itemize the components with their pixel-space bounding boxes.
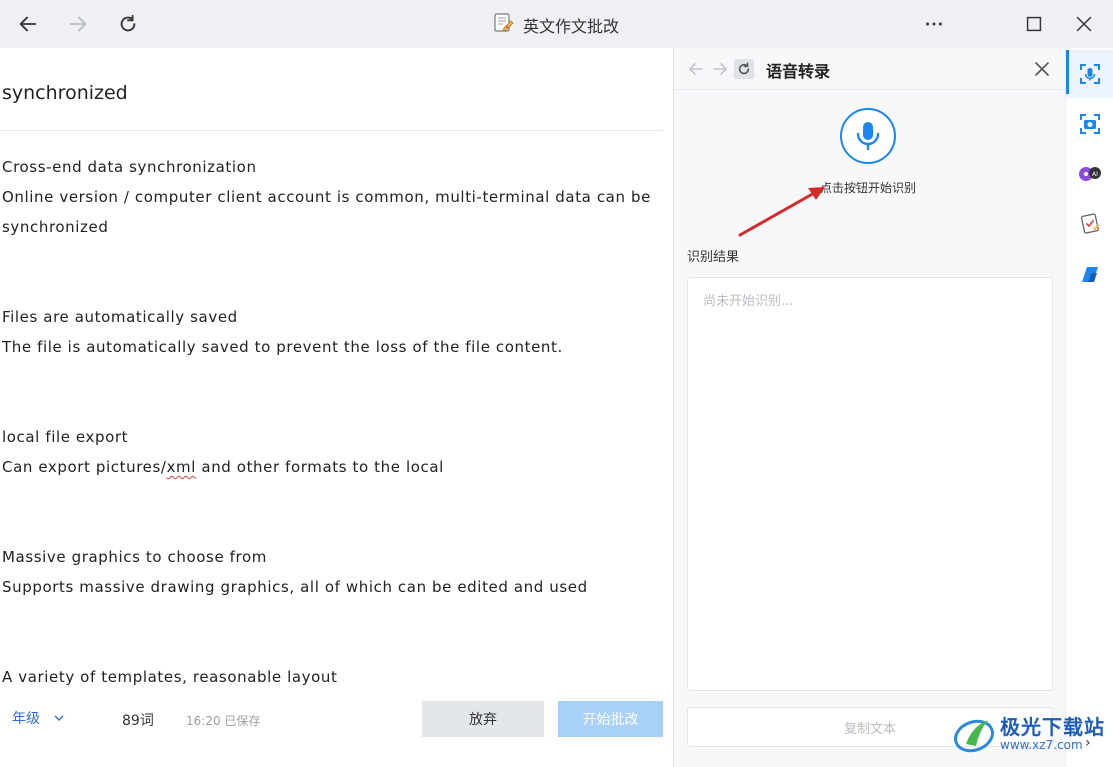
spelling-error-mark[interactable]: xml	[167, 458, 196, 476]
title-divider	[0, 130, 663, 131]
watermark-text: 极光下载站 www.xz7.com	[1000, 716, 1105, 752]
mic-hint: 点击按钮开始识别	[820, 181, 917, 195]
arrow-right-icon	[69, 16, 87, 32]
essay-line: Cross-end data synchronization	[2, 158, 257, 176]
arrow-left-icon	[19, 16, 37, 32]
forward-button[interactable]	[60, 6, 96, 42]
voice-scan-icon	[1080, 64, 1100, 84]
essay-line: synchronized	[2, 218, 109, 236]
toolbar-voice-transcription[interactable]	[1066, 50, 1113, 98]
refresh-icon	[738, 62, 750, 75]
annotation-arrow-icon	[738, 187, 825, 237]
panel-refresh-button[interactable]	[734, 59, 754, 79]
microphone-button[interactable]	[840, 108, 896, 164]
grade-select[interactable]: 年级	[12, 708, 64, 728]
essay-line: The file is automatically saved to preve…	[2, 338, 563, 356]
essay-app-icon	[494, 13, 514, 32]
voice-transcription-panel: 语音转录 点击按钮开始识别 识别结果 尚未开始识别... 复制文本	[673, 48, 1065, 767]
ai-chat-icon: AI	[1079, 167, 1101, 181]
grade-label: 年级	[12, 711, 40, 727]
toolbar-essay-review[interactable]	[1066, 200, 1113, 248]
word-count: 89词	[122, 713, 154, 729]
arrow-right-icon	[713, 63, 727, 75]
toolbar-ai-assistant[interactable]: AI	[1066, 150, 1113, 198]
close-icon	[1076, 16, 1092, 32]
discard-button[interactable]: 放弃	[422, 701, 544, 737]
more-icon	[926, 22, 942, 26]
active-indicator	[1066, 50, 1069, 94]
panel-close-button[interactable]	[1032, 59, 1052, 79]
maximize-icon	[1026, 16, 1042, 32]
essay-review-icon	[1080, 213, 1100, 234]
essay-text: Can export pictures/	[2, 458, 167, 476]
watermark-logo-icon	[954, 719, 994, 753]
essay-line: A variety of templates, reasonable layou…	[2, 668, 338, 686]
camera-scan-icon	[1080, 114, 1100, 134]
watermark-title: 极光下载站	[1000, 715, 1105, 739]
refresh-button[interactable]	[110, 6, 146, 42]
watermark-url: www.xz7.com	[1000, 738, 1083, 752]
essay-line: local file export	[2, 428, 129, 446]
essay-line: Supports massive drawing graphics, all o…	[2, 578, 588, 596]
result-label: 识别结果	[687, 250, 740, 265]
panel-back-button[interactable]	[686, 59, 706, 79]
translate-app-icon	[1082, 267, 1098, 282]
svg-text:AI: AI	[1092, 171, 1098, 178]
site-watermark: 极光下载站 www.xz7.com	[952, 714, 1105, 754]
toolbar-screenshot[interactable]	[1066, 100, 1113, 148]
more-button[interactable]	[916, 6, 952, 42]
right-toolbar: AI	[1065, 48, 1113, 767]
essay-line: Files are automatically saved	[2, 308, 238, 326]
back-button[interactable]	[10, 6, 46, 42]
microphone-icon	[856, 122, 880, 151]
save-status: 16:20 已保存	[186, 714, 261, 728]
close-icon	[1035, 62, 1049, 76]
panel-forward-button[interactable]	[710, 59, 730, 79]
essay-line: Online version / computer client account…	[2, 188, 651, 206]
arrow-left-icon	[689, 63, 703, 75]
refresh-icon	[120, 14, 136, 32]
title-bar: 英文作文批改	[0, 0, 1113, 48]
essay-line: Massive graphics to choose from	[2, 548, 267, 566]
panel-title: 语音转录	[766, 62, 831, 81]
maximize-button[interactable]	[1016, 6, 1052, 42]
result-placeholder: 尚未开始识别...	[703, 294, 794, 309]
start-review-button[interactable]: 开始批改	[558, 701, 663, 737]
chevron-down-icon	[54, 715, 64, 721]
essay-text: and other formats to the local	[196, 458, 444, 476]
essay-line: Can export pictures/xml and other format…	[2, 458, 444, 476]
result-textarea[interactable]: 尚未开始识别...	[687, 277, 1053, 691]
toolbar-translate[interactable]	[1066, 250, 1113, 298]
panel-header: 语音转录	[674, 48, 1065, 90]
document-title[interactable]: synchronized	[2, 82, 128, 104]
app-title: 英文作文批改	[523, 17, 620, 36]
close-window-button[interactable]	[1066, 6, 1102, 42]
